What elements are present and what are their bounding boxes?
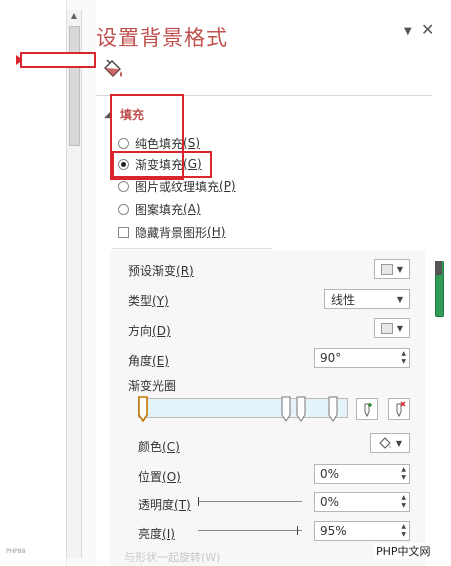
brightness-label: 亮度(I)	[138, 527, 175, 541]
brightness-slider[interactable]	[198, 530, 302, 531]
brightness-slider-thumb[interactable]	[296, 526, 298, 535]
gradient-stops-bar[interactable]	[138, 398, 348, 418]
direction-label: 方向(D)	[128, 324, 171, 338]
swatch-icon	[380, 322, 393, 334]
highlight-box	[20, 52, 96, 68]
radio-pattern-fill[interactable]: 图案填充 (A)	[118, 200, 201, 218]
option-label: 隐藏背景图形	[135, 225, 208, 240]
transparency-label: 透明度(T)	[138, 498, 191, 512]
type-dropdown[interactable]: 线性 ▼	[324, 289, 410, 309]
radio-button[interactable]	[118, 203, 129, 215]
spinner-arrows-icon[interactable]: ▲ ▼	[401, 350, 409, 366]
pane-menu-icon[interactable]: ▼	[404, 26, 412, 37]
brightness-spinner[interactable]: 95% ▲ ▼	[314, 521, 410, 541]
gradient-stop[interactable]	[328, 396, 338, 422]
scrollbar-thumb[interactable]	[69, 26, 80, 146]
rotate-with-shape-option[interactable]: 与形状一起旋转(W)	[124, 549, 220, 565]
checkbox-hide-background[interactable]: 隐藏背景图形 (H)	[118, 223, 225, 241]
preset-gradient-picker[interactable]: ▼	[374, 259, 410, 279]
gradient-stop[interactable]	[296, 396, 306, 422]
chevron-down-icon: ▼	[396, 294, 403, 304]
transparency-slider[interactable]	[198, 501, 302, 502]
preset-gradient-label: 预设渐变(R)	[128, 264, 194, 278]
type-label: 类型(Y)	[128, 294, 169, 308]
add-stop-button[interactable]	[356, 398, 378, 420]
gradient-stop[interactable]	[281, 396, 291, 422]
highlight-box	[112, 151, 212, 178]
scroll-up-icon[interactable]: ▲	[67, 10, 81, 22]
close-icon[interactable]: ✕	[421, 20, 434, 39]
chevron-down-icon: ▼	[396, 264, 404, 274]
type-value: 线性	[331, 292, 356, 307]
watermark-text: PHP中文网	[374, 543, 433, 559]
option-key: (A)	[183, 202, 201, 216]
spinner-arrows-icon[interactable]: ▲ ▼	[401, 466, 409, 482]
option-key: (H)	[207, 225, 226, 239]
spinner-arrows-icon[interactable]: ▲ ▼	[401, 523, 409, 539]
add-stop-icon	[364, 403, 372, 418]
transparency-slider-thumb[interactable]	[198, 497, 199, 506]
chevron-down-icon: ▼	[395, 438, 403, 448]
color-label: 颜色(C)	[138, 440, 180, 454]
gradient-stops-label: 渐变光圈	[128, 379, 177, 393]
direction-picker[interactable]: ▼	[374, 318, 410, 338]
pane-title: 设置背景格式	[96, 26, 228, 50]
option-label: 图案填充	[135, 202, 184, 217]
brightness-value: 95%	[320, 524, 347, 538]
transparency-value: 0%	[320, 495, 340, 509]
swatch-icon	[380, 263, 393, 275]
angle-label: 角度(E)	[128, 354, 169, 368]
fill-bucket-icon	[379, 436, 391, 449]
option-key: (P)	[219, 179, 236, 193]
checkbox[interactable]	[118, 226, 129, 238]
position-spinner[interactable]: 0% ▲ ▼	[314, 464, 410, 484]
spinner-arrows-icon[interactable]: ▲ ▼	[401, 494, 409, 510]
scrollbar-grip	[435, 261, 442, 275]
transparency-spinner[interactable]: 0% ▲ ▼	[314, 492, 410, 512]
chevron-down-icon: ▼	[396, 323, 404, 333]
option-key: (S)	[183, 136, 200, 150]
angle-spinner[interactable]: 90° ▲ ▼	[314, 348, 410, 368]
tiny-label: PHP88	[6, 548, 26, 555]
remove-stop-icon	[396, 401, 406, 418]
slide-thumbnail-area[interactable]	[0, 0, 67, 566]
angle-value: 90°	[320, 351, 342, 365]
section-divider	[112, 248, 272, 249]
color-picker[interactable]: ▼	[370, 433, 410, 453]
option-label: 图片或纹理填充	[135, 179, 220, 194]
fill-bucket-icon[interactable]	[100, 58, 126, 82]
thumbnail-scrollbar[interactable]: ▲	[66, 10, 82, 558]
position-value: 0%	[320, 467, 340, 481]
gradient-stop-selected[interactable]	[138, 396, 148, 422]
position-label: 位置(O)	[138, 470, 181, 484]
radio-button[interactable]	[118, 180, 129, 192]
remove-stop-button[interactable]	[388, 398, 410, 420]
